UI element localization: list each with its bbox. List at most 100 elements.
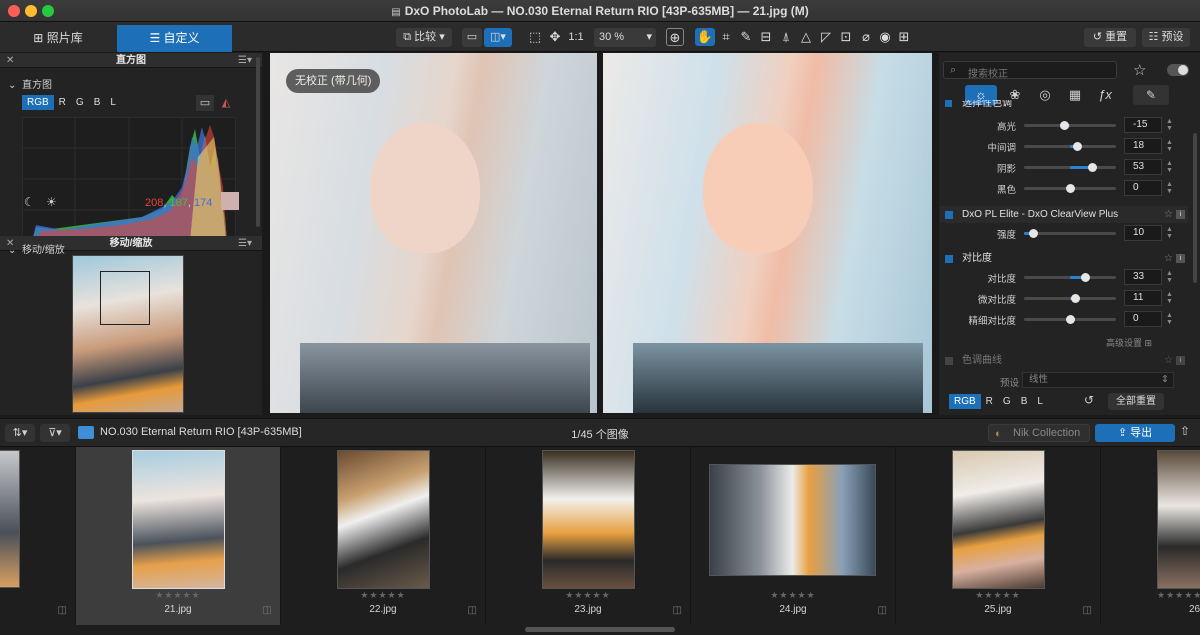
- before-image[interactable]: 无校正 (带几何): [270, 53, 597, 413]
- channel-b[interactable]: B: [89, 95, 106, 110]
- hand-tool-icon[interactable]: ✋: [695, 28, 715, 46]
- slider-track[interactable]: [1024, 315, 1116, 324]
- repair-icon[interactable]: ◸: [817, 28, 835, 46]
- slider-value-input[interactable]: 18: [1124, 138, 1162, 154]
- slider-track[interactable]: [1024, 142, 1116, 151]
- stepper-icon[interactable]: ▲ ▼: [1166, 118, 1173, 132]
- filmstrip-scrollbar[interactable]: [525, 627, 675, 632]
- after-image[interactable]: [603, 53, 932, 413]
- plugin-row[interactable]: DxO PL Elite - DxO ClearView Plus ☆ i: [940, 206, 1188, 223]
- panel-menu-icon[interactable]: ☰▾: [238, 236, 252, 251]
- filmstrip-item[interactable]: ★★★★★ 23.jpg ◫: [486, 447, 691, 625]
- section-enable-checkbox[interactable]: [945, 255, 953, 263]
- slider-knob[interactable]: [1073, 142, 1083, 151]
- channel-l[interactable]: L: [105, 95, 121, 110]
- move-icon[interactable]: ✥: [546, 28, 564, 46]
- channel-g[interactable]: G: [71, 95, 89, 110]
- search-input[interactable]: ⌕ 搜索校正: [943, 61, 1117, 80]
- display-icon[interactable]: ⊞: [895, 28, 913, 46]
- stepper-icon[interactable]: ▲ ▼: [1166, 226, 1173, 240]
- slider-track[interactable]: [1024, 163, 1116, 172]
- stepper-icon[interactable]: ▲ ▼: [1166, 139, 1173, 153]
- moon-icon[interactable]: ☾: [24, 195, 35, 209]
- eyedropper-icon[interactable]: ✎: [737, 28, 755, 46]
- single-view-button[interactable]: ▭: [462, 28, 482, 47]
- slider-knob[interactable]: [1066, 184, 1075, 193]
- fit-icon[interactable]: ⬚: [526, 28, 544, 46]
- horizon-icon[interactable]: ⊟: [757, 28, 775, 46]
- rating-stars[interactable]: ★★★★★: [486, 590, 690, 601]
- section-selective-tone[interactable]: 选择性色调: [940, 100, 1188, 110]
- info-icon[interactable]: i: [1176, 254, 1185, 263]
- slider-knob[interactable]: [1059, 121, 1069, 130]
- slider-knob[interactable]: [1088, 163, 1098, 172]
- rating-stars[interactable]: ★★★★★: [76, 590, 280, 601]
- filmstrip-item[interactable]: ◫: [0, 447, 76, 625]
- zoom-select[interactable]: 30 % ▾: [594, 28, 656, 47]
- slider-track[interactable]: [1024, 121, 1116, 130]
- slider-value-input[interactable]: 53: [1124, 159, 1162, 175]
- close-icon[interactable]: ✕: [6, 53, 14, 68]
- star-icon[interactable]: ☆: [1164, 352, 1173, 369]
- filmstrip-item[interactable]: ★★★★★ 22.jpg ◫: [281, 447, 486, 625]
- slider-row[interactable]: 黑色 0 ▲ ▼: [940, 178, 1188, 199]
- advanced-settings-link[interactable]: 高级设置 ⊞: [1106, 336, 1152, 349]
- monitor-icon[interactable]: ▭: [196, 95, 214, 111]
- info-icon[interactable]: i: [1176, 210, 1185, 219]
- stepper-icon[interactable]: ▲ ▼: [1166, 270, 1173, 284]
- reset-button[interactable]: ↺ 重置: [1084, 28, 1136, 47]
- share-icon[interactable]: ⇧: [1180, 424, 1190, 438]
- stepper-icon[interactable]: ▲ ▼: [1166, 181, 1173, 195]
- slider-value-input[interactable]: 11: [1124, 290, 1162, 306]
- filmstrip-item[interactable]: ★★★★★ 25.jpg ◫: [896, 447, 1101, 625]
- rating-stars[interactable]: ★★★★★: [896, 590, 1100, 601]
- navigator-thumbnail[interactable]: [72, 255, 184, 413]
- slider-value-input[interactable]: 33: [1124, 269, 1162, 285]
- eye-icon[interactable]: ◉: [876, 28, 894, 46]
- slider-track[interactable]: [1024, 273, 1116, 282]
- crop-icon[interactable]: ⌗: [717, 28, 735, 46]
- filmstrip-item-selected[interactable]: ★★★★★ 21.jpg ◫: [76, 447, 281, 625]
- section-enable-checkbox[interactable]: [945, 357, 953, 365]
- zoom-in-icon[interactable]: ⊕: [666, 28, 684, 46]
- tab-customize[interactable]: ☰ 自定义: [117, 25, 232, 52]
- curve-channel-r[interactable]: R: [981, 394, 998, 409]
- slider-knob[interactable]: [1066, 315, 1075, 324]
- close-window-button[interactable]: [8, 5, 20, 17]
- stepper-icon[interactable]: ▲ ▼: [1166, 291, 1173, 305]
- filter-icon[interactable]: ⊽▾: [40, 424, 70, 442]
- one-to-one-button[interactable]: 1:1: [566, 28, 586, 47]
- slider-row[interactable]: 中间调 18 ▲ ▼: [940, 136, 1188, 157]
- slider-knob[interactable]: [1029, 229, 1039, 238]
- sun-icon[interactable]: ☀: [46, 195, 57, 209]
- rating-stars[interactable]: ★★★★★: [691, 590, 895, 601]
- star-icon[interactable]: ☆: [1133, 61, 1146, 79]
- minimize-window-button[interactable]: [25, 5, 37, 17]
- curve-channel-g[interactable]: G: [998, 394, 1016, 409]
- rating-stars[interactable]: ★★★★★: [281, 590, 485, 601]
- slider-row[interactable]: 阴影 53 ▲ ▼: [940, 157, 1188, 178]
- section-tone-curve[interactable]: 色调曲线 ☆ i: [940, 352, 1188, 369]
- perspective-icon[interactable]: ⍋: [777, 28, 795, 46]
- right-scrollbar[interactable]: [1193, 133, 1197, 283]
- brush-icon[interactable]: ⌀: [857, 28, 875, 46]
- compare-button[interactable]: ⧉ 比较 ▾: [396, 28, 452, 47]
- slider-track[interactable]: [1024, 184, 1116, 193]
- preset-button[interactable]: ☷ 预设: [1142, 28, 1190, 47]
- section-enable-checkbox[interactable]: [945, 100, 952, 107]
- slider-track[interactable]: [1024, 229, 1116, 238]
- panel-menu-icon[interactable]: ☰▾: [238, 53, 252, 68]
- export-button[interactable]: ⇪ 导出: [1095, 424, 1175, 442]
- slider-knob[interactable]: [1070, 294, 1080, 303]
- slider-row[interactable]: 微对比度 11 ▲ ▼: [940, 288, 1188, 309]
- curve-channel-l[interactable]: L: [1032, 394, 1048, 409]
- gamut-warning-icon[interactable]: ◭: [217, 95, 235, 111]
- local-adjust-icon[interactable]: ⊡: [837, 28, 855, 46]
- tab-library[interactable]: ⊞ 照片库: [0, 25, 116, 52]
- rating-stars[interactable]: ★★★★★: [1157, 590, 1200, 601]
- curve-channel-rgb[interactable]: RGB: [949, 394, 981, 409]
- reset-all-button[interactable]: 全部重置: [1108, 393, 1164, 410]
- left-scrollbar[interactable]: [256, 57, 260, 227]
- slider-value-input[interactable]: 0: [1124, 180, 1162, 196]
- plugin-enable-checkbox[interactable]: [945, 211, 953, 219]
